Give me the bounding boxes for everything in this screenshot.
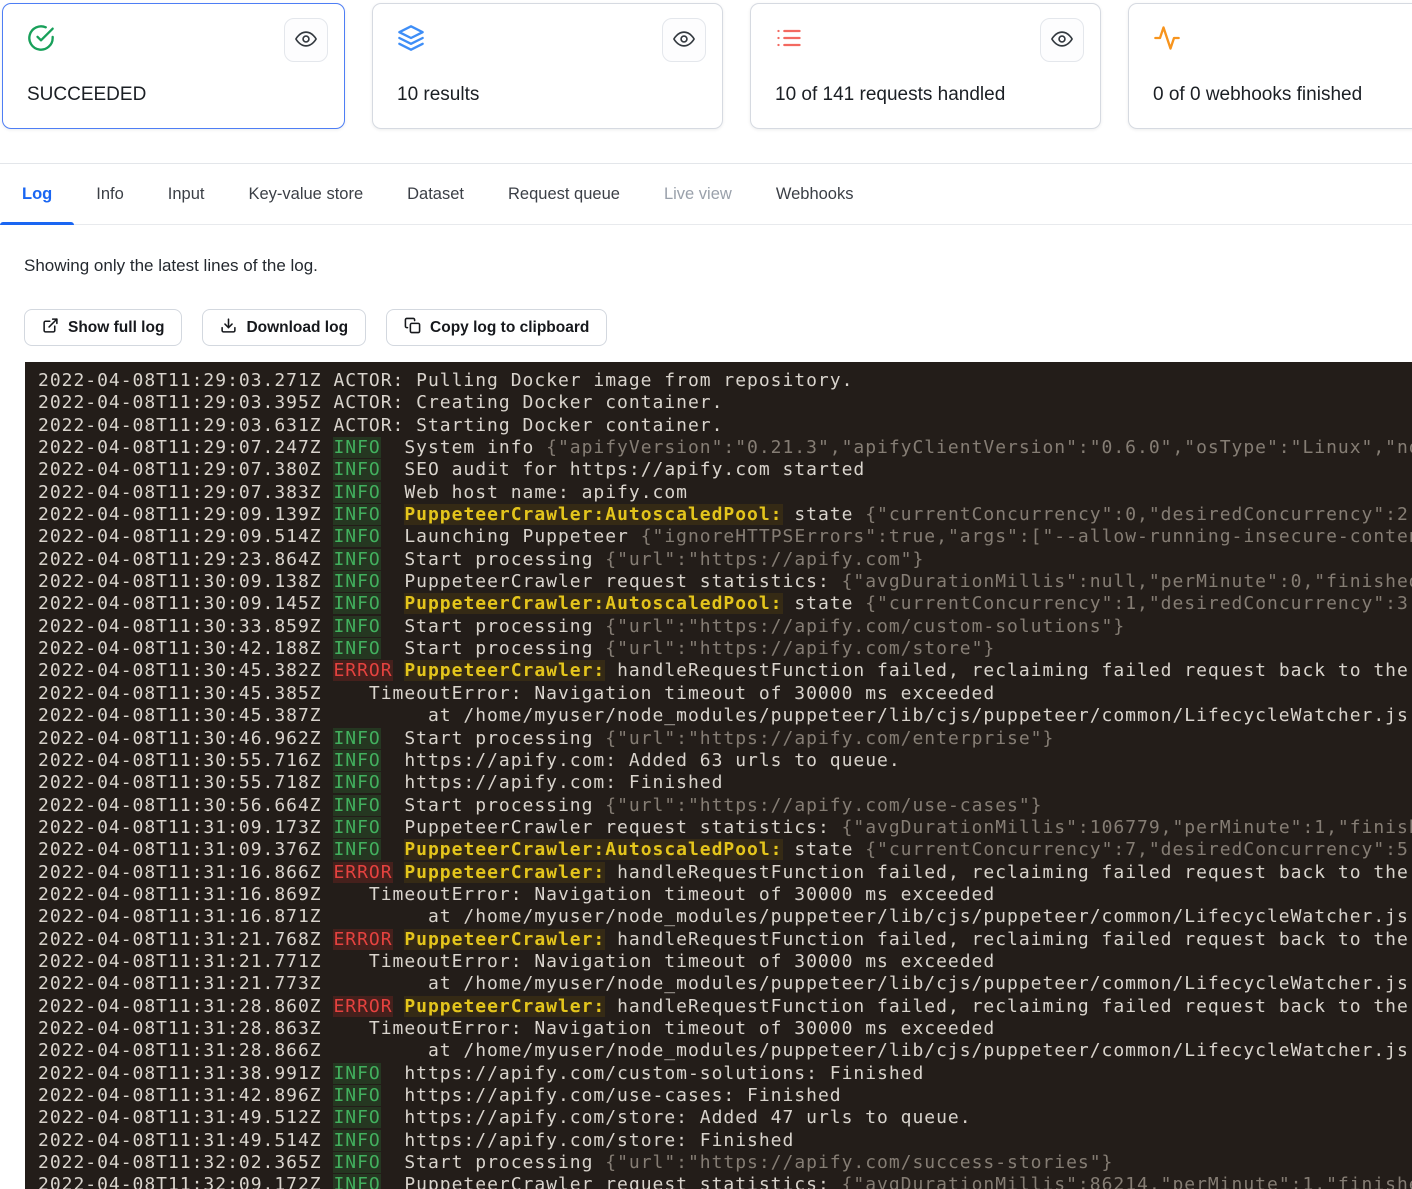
log-line: 2022-04-08T11:30:46.962Z INFO Start proc…	[38, 728, 1412, 750]
show-full-log-label: Show full log	[68, 319, 164, 337]
log-line: 2022-04-08T11:31:49.512Z INFO https://ap…	[38, 1107, 1412, 1129]
log-line: 2022-04-08T11:31:16.869Z TimeoutError: N…	[38, 884, 1412, 906]
eye-icon	[1051, 28, 1073, 53]
log-line: 2022-04-08T11:30:09.145Z INFO PuppeteerC…	[38, 593, 1412, 615]
log-line: 2022-04-08T11:29:09.139Z INFO PuppeteerC…	[38, 504, 1412, 526]
log-line: 2022-04-08T11:30:55.718Z INFO https://ap…	[38, 772, 1412, 794]
tab-key-value-store[interactable]: Key-value store	[226, 164, 385, 224]
view-results-button[interactable]	[662, 18, 706, 62]
log-line: 2022-04-08T11:31:21.771Z TimeoutError: N…	[38, 951, 1412, 973]
status-card-requests[interactable]: 10 of 141 requests handled	[750, 3, 1101, 129]
view-status-button[interactable]	[284, 18, 328, 62]
log-line: 2022-04-08T11:29:03.271Z ACTOR: Pulling …	[38, 370, 1412, 392]
show-full-log-button[interactable]: Show full log	[24, 309, 182, 346]
list-icon	[775, 24, 803, 52]
log-line: 2022-04-08T11:31:49.514Z INFO https://ap…	[38, 1130, 1412, 1152]
view-requests-button[interactable]	[1040, 18, 1084, 62]
log-output[interactable]: 2022-04-08T11:29:03.271Z ACTOR: Pulling …	[25, 362, 1412, 1189]
log-line: 2022-04-08T11:32:02.365Z INFO Start proc…	[38, 1152, 1412, 1174]
log-line: 2022-04-08T11:29:03.631Z ACTOR: Starting…	[38, 415, 1412, 437]
log-line: 2022-04-08T11:31:28.863Z TimeoutError: N…	[38, 1018, 1412, 1040]
run-detail-tabbar: Log Info Input Key-value store Dataset R…	[0, 163, 1412, 225]
log-line: 2022-04-08T11:31:09.173Z INFO PuppeteerC…	[38, 817, 1412, 839]
tab-request-queue[interactable]: Request queue	[486, 164, 642, 224]
status-card-webhooks[interactable]: 0 of 0 webhooks finished	[1128, 3, 1412, 129]
log-line: 2022-04-08T11:29:07.383Z INFO Web host n…	[38, 482, 1412, 504]
log-line: 2022-04-08T11:29:07.380Z INFO SEO audit …	[38, 459, 1412, 481]
log-line: 2022-04-08T11:29:03.395Z ACTOR: Creating…	[38, 392, 1412, 414]
download-log-label: Download log	[246, 319, 348, 337]
log-line: 2022-04-08T11:31:21.768Z ERROR Puppeteer…	[38, 929, 1412, 951]
log-line: 2022-04-08T11:29:07.247Z INFO System inf…	[38, 437, 1412, 459]
log-line: 2022-04-08T11:31:42.896Z INFO https://ap…	[38, 1085, 1412, 1107]
log-actions-row: Show full log Download log Copy log to c…	[24, 309, 607, 346]
log-line: 2022-04-08T11:30:42.188Z INFO Start proc…	[38, 638, 1412, 660]
log-line: 2022-04-08T11:31:16.866Z ERROR Puppeteer…	[38, 862, 1412, 884]
log-notice-text: Showing only the latest lines of the log…	[24, 256, 318, 276]
download-icon	[220, 317, 237, 339]
log-line: 2022-04-08T11:30:56.664Z INFO Start proc…	[38, 795, 1412, 817]
log-line: 2022-04-08T11:29:23.864Z INFO Start proc…	[38, 549, 1412, 571]
copy-log-label: Copy log to clipboard	[430, 319, 589, 337]
log-line: 2022-04-08T11:30:09.138Z INFO PuppeteerC…	[38, 571, 1412, 593]
eye-icon	[673, 28, 695, 53]
log-line: 2022-04-08T11:30:55.716Z INFO https://ap…	[38, 750, 1412, 772]
status-card-results[interactable]: 10 results	[372, 3, 723, 129]
tab-input[interactable]: Input	[146, 164, 227, 224]
log-line: 2022-04-08T11:31:28.860Z ERROR Puppeteer…	[38, 996, 1412, 1018]
layers-icon	[397, 24, 425, 52]
log-line: 2022-04-08T11:31:21.773Z at /home/myuser…	[38, 973, 1412, 995]
log-line: 2022-04-08T11:31:09.376Z INFO PuppeteerC…	[38, 839, 1412, 861]
copy-log-button[interactable]: Copy log to clipboard	[386, 309, 607, 346]
log-line: 2022-04-08T11:32:09.172Z INFO PuppeteerC…	[38, 1174, 1412, 1189]
log-line: 2022-04-08T11:31:38.991Z INFO https://ap…	[38, 1063, 1412, 1085]
log-line: 2022-04-08T11:30:45.385Z TimeoutError: N…	[38, 683, 1412, 705]
external-link-icon	[42, 317, 59, 339]
run-status-label: SUCCEEDED	[27, 84, 146, 106]
results-count-label: 10 results	[397, 84, 479, 106]
log-line: 2022-04-08T11:30:45.387Z at /home/myuser…	[38, 705, 1412, 727]
requests-handled-label: 10 of 141 requests handled	[775, 84, 1005, 106]
log-line: 2022-04-08T11:31:28.866Z at /home/myuser…	[38, 1040, 1412, 1062]
copy-icon	[404, 317, 421, 339]
webhooks-finished-label: 0 of 0 webhooks finished	[1153, 84, 1362, 106]
status-card-run-status[interactable]: SUCCEEDED	[2, 3, 345, 129]
log-line: 2022-04-08T11:30:45.382Z ERROR Puppeteer…	[38, 660, 1412, 682]
tab-dataset[interactable]: Dataset	[385, 164, 486, 224]
tab-live-view: Live view	[642, 164, 754, 224]
eye-icon	[295, 28, 317, 53]
download-log-button[interactable]: Download log	[202, 309, 366, 346]
tab-info[interactable]: Info	[74, 164, 146, 224]
check-circle-icon	[27, 24, 55, 52]
status-cards-row: SUCCEEDED 10 results	[2, 3, 1412, 129]
tab-webhooks[interactable]: Webhooks	[754, 164, 876, 224]
tab-log[interactable]: Log	[0, 164, 74, 224]
log-line: 2022-04-08T11:29:09.514Z INFO Launching …	[38, 526, 1412, 548]
log-line: 2022-04-08T11:30:33.859Z INFO Start proc…	[38, 616, 1412, 638]
log-line: 2022-04-08T11:31:16.871Z at /home/myuser…	[38, 906, 1412, 928]
activity-icon	[1153, 24, 1181, 52]
